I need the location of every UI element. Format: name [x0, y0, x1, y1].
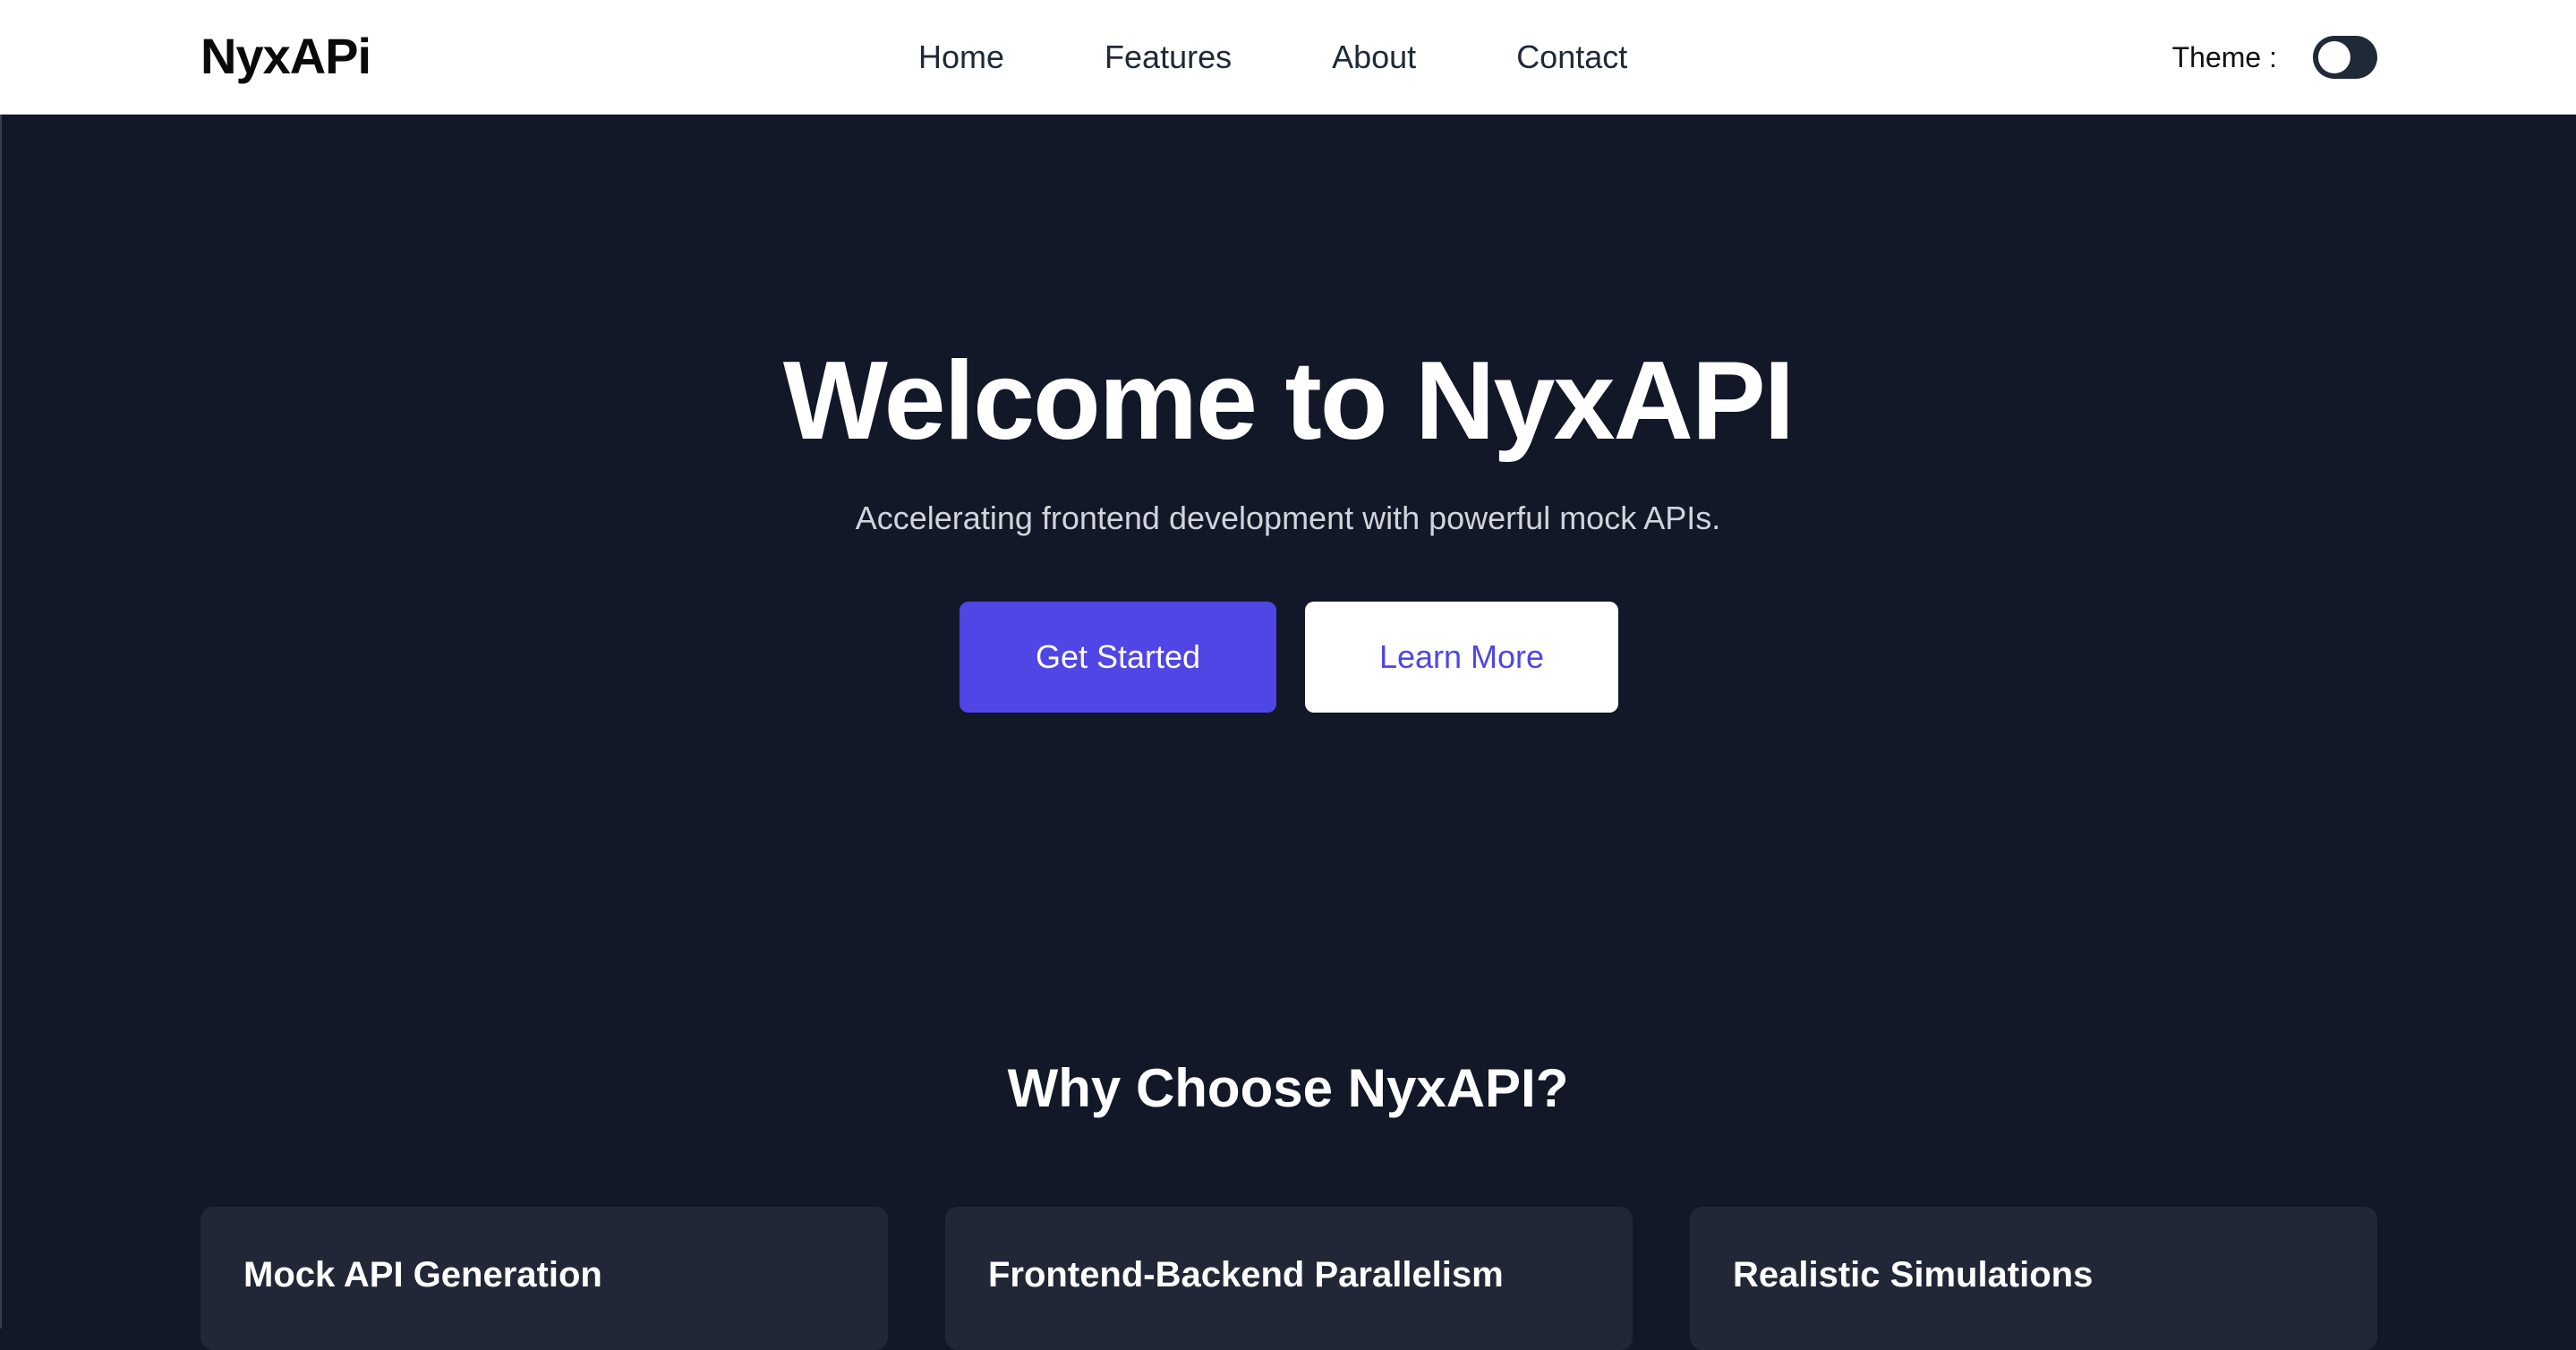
learn-more-button[interactable]: Learn More [1305, 602, 1618, 713]
nav-link-features[interactable]: Features [1105, 36, 1232, 79]
hero-subtitle: Accelerating frontend development with p… [855, 500, 1721, 536]
hero-title: Welcome to NyxAPI [782, 339, 1795, 463]
nav-link-about[interactable]: About [1332, 36, 1416, 79]
feature-card-title: Frontend-Backend Parallelism [988, 1255, 1504, 1294]
feature-card: Realistic Simulations [1690, 1207, 2377, 1350]
page-edge-divider [0, 115, 2, 1329]
toggle-switch-icon[interactable] [2313, 36, 2377, 79]
feature-cards: Mock API Generation Frontend-Backend Par… [200, 1207, 2377, 1350]
hero-buttons: Get Started Learn More [960, 602, 1618, 713]
get-started-button[interactable]: Get Started [960, 602, 1276, 713]
feature-card: Frontend-Backend Parallelism [945, 1207, 1633, 1350]
theme-switcher: Theme : [2172, 34, 2377, 81]
feature-card: Mock API Generation [200, 1207, 888, 1350]
logo[interactable]: NyxAPi [200, 27, 371, 86]
theme-label: Theme : [2171, 41, 2277, 73]
navbar: NyxAPi Home Features About Contact Theme… [0, 0, 2576, 115]
feature-card-title: Realistic Simulations [1733, 1255, 2094, 1294]
features-title: Why Choose NyxAPI? [1007, 1058, 1569, 1118]
nav-link-home[interactable]: Home [918, 36, 1004, 79]
feature-card-title: Mock API Generation [243, 1255, 602, 1294]
nav-link-contact[interactable]: Contact [1516, 36, 1627, 79]
nav-links: Home Features About Contact [918, 36, 1627, 79]
